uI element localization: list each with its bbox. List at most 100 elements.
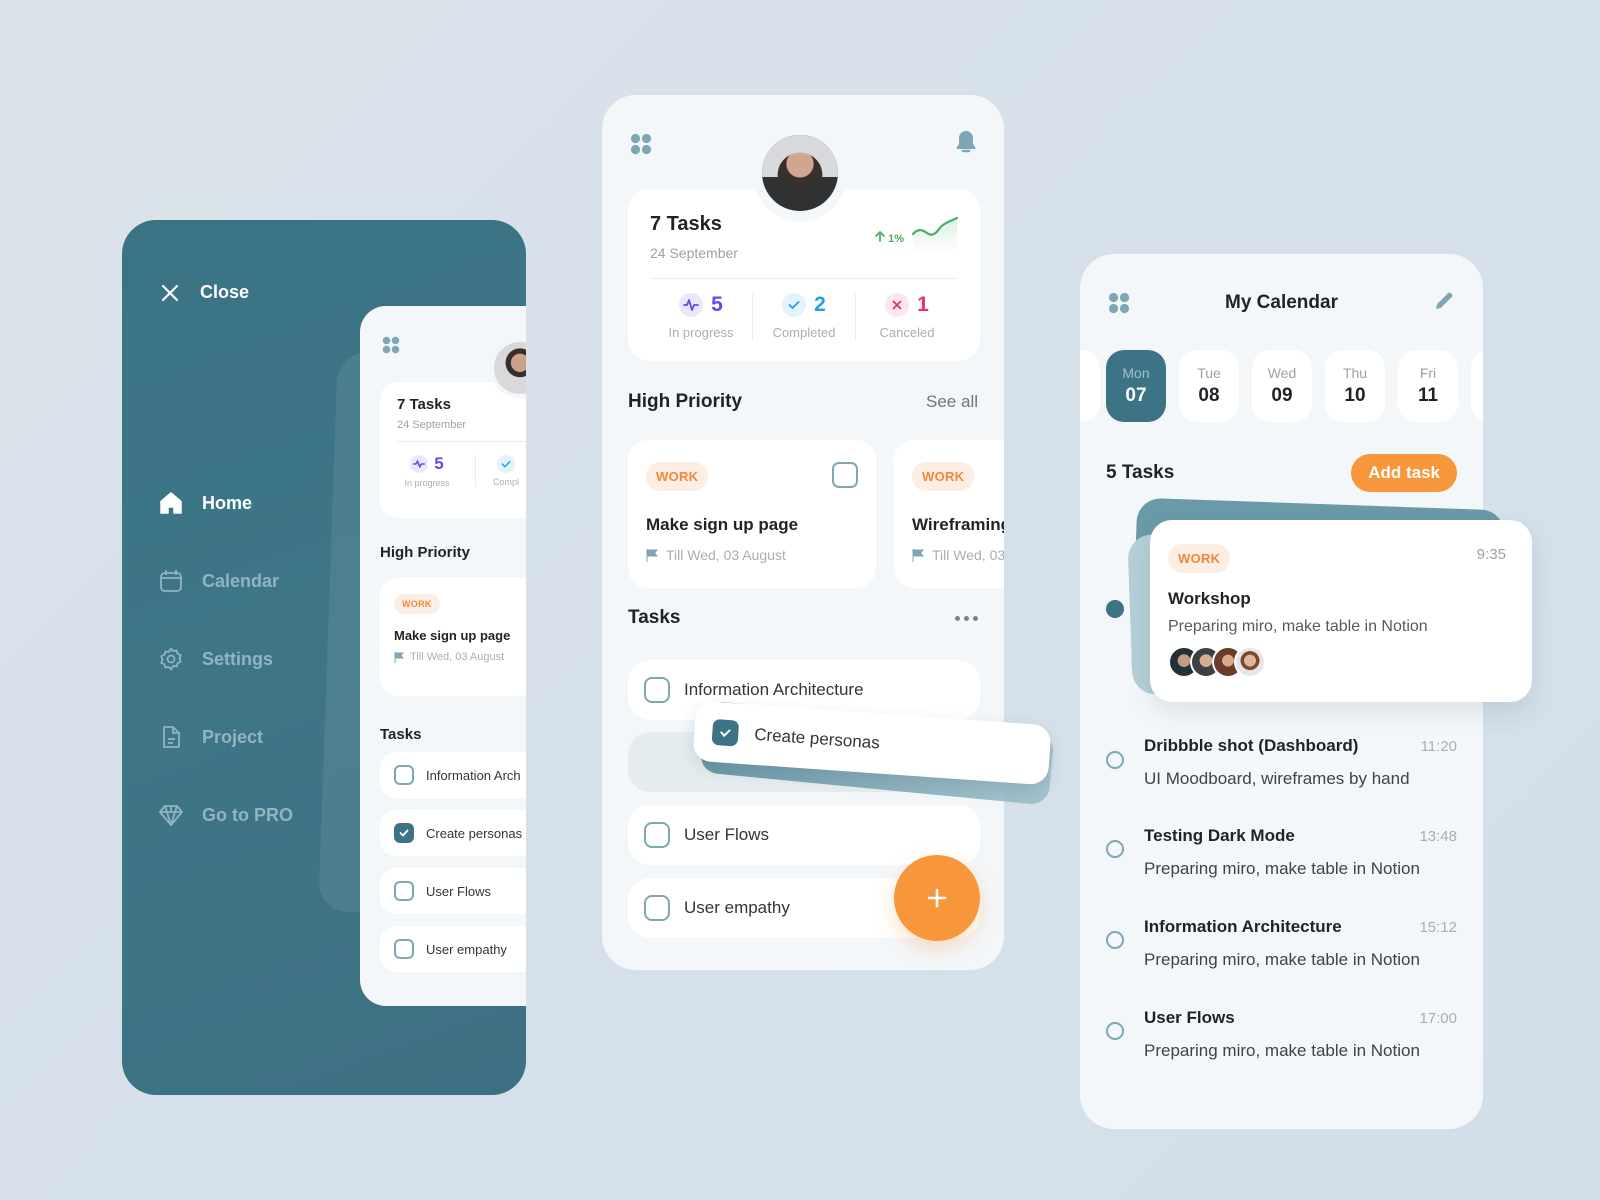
event-desc: Preparing miro, make table in Notion xyxy=(1144,950,1420,969)
priority-card[interactable]: WORK Make sign up page Till Wed, 03 Augu… xyxy=(628,440,876,588)
event-desc: Preparing miro, make table in Notion xyxy=(1144,1041,1420,1060)
event-name: Workshop xyxy=(1168,589,1251,608)
nav-item-go-pro[interactable]: Go to PRO xyxy=(158,802,293,828)
checkbox[interactable] xyxy=(394,939,414,959)
event-desc: UI Moodboard, wireframes by hand xyxy=(1144,769,1410,788)
flag-icon xyxy=(394,651,404,663)
nav-item-home[interactable]: Home xyxy=(158,490,293,516)
x-icon xyxy=(892,300,902,310)
checkbox[interactable] xyxy=(394,881,414,901)
bell-icon[interactable] xyxy=(954,129,978,155)
day-item[interactable] xyxy=(1080,350,1100,422)
preview-task-item[interactable]: Information Arch xyxy=(380,752,526,798)
timeline-dot[interactable] xyxy=(1106,751,1124,769)
timeline-dot-active xyxy=(1106,600,1124,618)
event-item[interactable]: User Flows 17:00 Preparing miro, make ta… xyxy=(1144,1008,1457,1061)
event-name: Dribbble shot (Dashboard) xyxy=(1144,736,1359,755)
nav-item-settings[interactable]: Settings xyxy=(158,646,293,672)
nav-label: Calendar xyxy=(202,570,280,591)
preview-date: 24 September xyxy=(397,419,467,431)
trend-percent: 1% xyxy=(875,230,904,245)
check-icon xyxy=(788,301,800,310)
calendar-screen: My Calendar Mon 07 Tue 08 Wed 09 Thu 10 Fri 1… xyxy=(1080,254,1532,1129)
due-date: Till Wed, 03 August xyxy=(912,547,1004,563)
add-task-fab[interactable] xyxy=(894,855,980,941)
checkbox[interactable] xyxy=(644,822,670,848)
activity-icon xyxy=(410,455,429,473)
tasks-header: Tasks xyxy=(628,607,978,629)
calendar-icon xyxy=(160,570,182,592)
timeline-dot[interactable] xyxy=(1106,1022,1124,1040)
event-time: 15:12 xyxy=(1419,919,1457,936)
preview-task-item[interactable]: User Flows xyxy=(380,868,526,914)
close-label: Close xyxy=(200,282,250,302)
check-icon xyxy=(720,729,731,738)
day-item[interactable]: Wed 09 xyxy=(1252,350,1312,422)
event-item[interactable]: Testing Dark Mode 13:48 Preparing miro, … xyxy=(1144,826,1457,879)
pencil-icon[interactable] xyxy=(1433,290,1455,312)
nav-item-project[interactable]: Project xyxy=(158,724,293,750)
tasks-title: Tasks xyxy=(628,607,681,628)
day-picker[interactable]: Mon 07 Tue 08 Wed 09 Thu 10 Fri 11 xyxy=(1080,350,1483,422)
home-preview[interactable]: 7 Tasks 24 September 5 In progress Compl… xyxy=(360,306,526,1006)
tasks-count: 5 Tasks xyxy=(1106,462,1175,483)
event-time: 9:35 xyxy=(1476,546,1506,563)
more-options-icon[interactable] xyxy=(955,615,978,621)
event-desc: Preparing miro, make table in Notion xyxy=(1168,618,1428,635)
day-item[interactable] xyxy=(1471,350,1483,422)
close-icon xyxy=(161,284,179,301)
event-time: 17:00 xyxy=(1419,1010,1457,1027)
nav-label: Project xyxy=(202,726,264,747)
day-item[interactable]: Thu 10 xyxy=(1325,350,1385,422)
checkbox-checked[interactable] xyxy=(711,718,740,747)
menu-screen: Close Home Calendar Settings Project Go … xyxy=(122,220,526,1095)
nav-label: Go to PRO xyxy=(202,804,293,825)
preview-priority-card[interactable]: WORK Make sign up page Till Wed, 03 Augu… xyxy=(380,578,526,696)
sparkline-chart xyxy=(912,216,958,253)
nav-label: Home xyxy=(202,492,253,513)
checkbox-checked[interactable] xyxy=(394,823,414,843)
day-item[interactable]: Fri 11 xyxy=(1398,350,1458,422)
preview-task-item[interactable]: Create personas xyxy=(380,810,526,856)
checkbox[interactable] xyxy=(644,895,670,921)
day-item-selected[interactable]: Mon 07 xyxy=(1106,350,1166,422)
checkbox[interactable] xyxy=(832,462,858,488)
participants[interactable] xyxy=(1168,646,1514,678)
see-all-link[interactable]: See all xyxy=(926,392,978,412)
event-item[interactable]: Information Architecture 15:12 Preparing… xyxy=(1144,917,1457,970)
event-time: 13:48 xyxy=(1419,828,1457,845)
stat-canceled[interactable]: 1 Canceled xyxy=(856,293,958,340)
priority-card[interactable]: WORK Wireframing Till Wed, 03 August xyxy=(894,440,1004,588)
nav-item-calendar[interactable]: Calendar xyxy=(158,568,293,594)
priority-task-name: Make sign up page xyxy=(646,515,799,534)
checkbox[interactable] xyxy=(644,677,670,703)
timeline-dot[interactable] xyxy=(1106,840,1124,858)
stats-row: 5 In progress 2 Completed 1 Canceled xyxy=(650,293,958,340)
preview-task-item[interactable]: User empathy xyxy=(380,926,526,972)
stat-completed[interactable]: 2 Completed xyxy=(753,293,856,340)
task-label: Information Architecture xyxy=(684,680,864,699)
nav-label: Settings xyxy=(202,648,274,669)
day-item[interactable]: Tue 08 xyxy=(1179,350,1239,422)
stat-in-progress[interactable]: 5 In progress xyxy=(650,293,753,340)
preview-tasks-heading: Tasks xyxy=(380,726,422,743)
due-date: Till Wed, 03 August xyxy=(394,651,526,663)
event-card-active[interactable]: WORK 9:35 Workshop Preparing miro, make … xyxy=(1150,520,1532,702)
work-tag: WORK xyxy=(912,462,975,491)
avatar xyxy=(1234,646,1266,678)
plus-icon xyxy=(927,888,947,908)
flag-icon xyxy=(646,548,658,562)
task-label: User Flows xyxy=(684,825,770,844)
checkbox[interactable] xyxy=(394,765,414,785)
event-desc: Preparing miro, make table in Notion xyxy=(1144,859,1420,878)
timeline-dot[interactable] xyxy=(1106,931,1124,949)
avatar[interactable] xyxy=(762,135,838,211)
high-priority-carousel[interactable]: WORK Make sign up page Till Wed, 03 Augu… xyxy=(628,440,1004,590)
work-tag: WORK xyxy=(394,594,440,614)
priority-task-name: Wireframing xyxy=(912,515,1004,534)
grid-icon xyxy=(382,336,400,354)
close-button[interactable]: Close xyxy=(160,282,249,303)
event-item[interactable]: Dribbble shot (Dashboard) 11:20 UI Moodb… xyxy=(1144,736,1457,789)
grid-icon[interactable] xyxy=(630,133,652,155)
add-task-button[interactable]: Add task xyxy=(1351,454,1457,492)
